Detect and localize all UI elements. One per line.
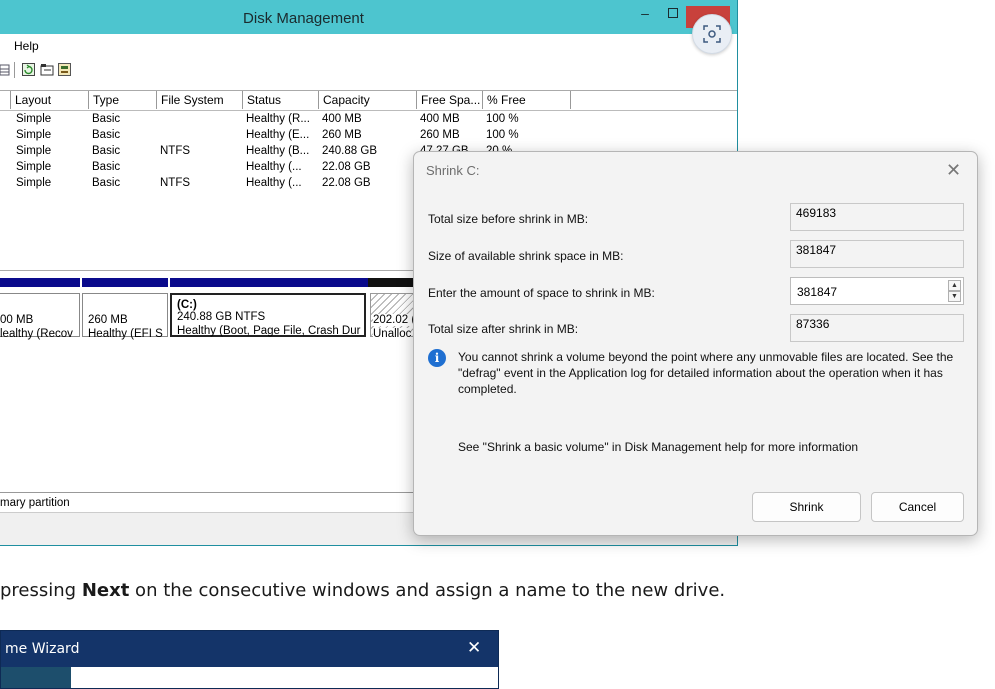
field-total-after: 87336 [790,314,964,342]
shrink-button[interactable]: Shrink [752,492,861,522]
partition-unallocated[interactable]: 202.02 ( Unalloc [370,293,418,340]
label-total-before: Total size before shrink in MB: [428,212,589,226]
cell-type: Basic [92,129,121,141]
properties-icon[interactable] [40,63,54,76]
cell-type: Basic [92,145,121,157]
column-header-status[interactable]: Status [242,91,318,109]
wizard-side-banner [1,667,71,688]
cell-capacity: 400 MB [322,113,362,125]
field-available-space: 381847 [790,240,964,268]
cell-percent-free: 100 % [486,129,519,141]
column-header-capacity[interactable]: Capacity [318,91,416,109]
cell-free-space: 400 MB [420,113,460,125]
legend-primary-partition: mary partition [0,497,70,509]
dialog-title-bar[interactable]: Shrink C: ✕ [414,152,977,190]
dialog-title: Shrink C: [426,163,480,178]
column-header-file-system[interactable]: File System [156,91,242,109]
partition-size: 240.88 GB NTFS [177,311,266,323]
list-view-icon[interactable] [0,63,13,76]
partition-status: lealthy (Recov [0,328,73,340]
column-header-type[interactable]: Type [88,91,156,109]
screenshot-capture-button[interactable] [692,14,732,54]
article-text-bold: Next [81,580,130,601]
cell-percent-free: 100 % [486,113,519,125]
shrink-amount-input[interactable]: 381847 ▲ ▼ [790,277,964,305]
wizard-title: me Wizard [5,641,80,657]
partition-recovery[interactable]: 00 MB lealthy (Recov [0,293,80,340]
field-total-before: 469183 [790,203,964,231]
help-text: See "Shrink a basic volume" in Disk Mana… [458,440,859,454]
refresh-icon[interactable] [22,63,35,76]
info-message: You cannot shrink a volume beyond the po… [458,350,954,396]
cell-type: Basic [92,113,121,125]
cell-status: Healthy (... [246,177,302,189]
toolbar [0,58,737,82]
partition-status: Healthy (Boot, Page File, Crash Dur [177,325,361,337]
partition-size: 260 MB [88,314,128,326]
column-header-percent-free[interactable]: % Free [482,91,570,109]
cell-type: Basic [92,177,121,189]
camera-icon [703,25,721,43]
article-text-start: pressing [0,580,82,601]
minimize-icon[interactable]: – [634,6,656,22]
partition-label: (C:) [177,299,197,311]
partition-bar-recovery [0,278,80,287]
title-bar[interactable]: Disk Management – [0,0,737,34]
cell-layout: Simple [16,113,52,125]
label-total-after: Total size after shrink in MB: [428,322,579,336]
cell-type: Basic [92,161,121,173]
cell-free-space: 260 MB [420,129,460,141]
table-row[interactable]: Simple Basic Healthy (E... 260 MB 260 MB… [0,127,737,143]
close-icon[interactable]: ✕ [467,638,481,658]
spinner-down-icon[interactable]: ▼ [948,291,961,302]
cell-status: Healthy (E... [246,129,310,141]
info-icon: i [428,349,446,367]
article-instruction: pressing Next on the consecutive windows… [0,580,725,601]
cell-layout: Simple [16,145,52,157]
cell-capacity: 22.08 GB [322,177,371,189]
shrink-amount-value: 381847 [797,285,838,299]
column-header-blank [570,91,737,109]
partition-bar-c [170,278,368,287]
disk-settings-icon[interactable] [58,63,71,76]
partition-bar-efi [82,278,168,287]
cell-file-system: NTFS [160,145,191,157]
maximize-icon[interactable] [662,6,684,22]
cell-status: Healthy (... [246,161,302,173]
article-text-end: on the consecutive windows and assign a … [129,580,726,601]
partition-c[interactable]: (C:) 240.88 GB NTFS Healthy (Boot, Page … [170,293,366,337]
menu-bar: Help [0,34,737,58]
cell-status: Healthy (R... [246,113,310,125]
spinner-up-icon[interactable]: ▲ [948,280,961,291]
wizard-title-bar[interactable]: me Wizard ✕ [1,631,498,667]
partition-size: 00 MB [0,314,34,326]
window-title: Disk Management [243,10,364,27]
label-available-space: Size of available shrink space in MB: [428,249,624,263]
table-row[interactable]: Simple Basic Healthy (R... 400 MB 400 MB… [0,111,737,127]
menu-help[interactable]: Help [14,39,39,53]
column-header-layout[interactable]: Layout [10,91,88,109]
close-icon[interactable]: ✕ [946,160,961,181]
toolbar-divider [14,62,15,78]
partition-efi[interactable]: 260 MB Healthy (EFI S [82,293,168,340]
partition-status: Unalloc [373,328,412,340]
partition-status: Healthy (EFI S [88,328,163,340]
cell-capacity: 240.88 GB [322,145,377,157]
volume-list-header: Layout Type File System Status Capacity … [0,91,737,111]
partition-size: 202.02 ( [373,314,416,326]
cell-capacity: 22.08 GB [322,161,371,173]
column-header-free-space[interactable]: Free Spa... [416,91,482,109]
partition-bar-unallocated [368,278,418,287]
cell-layout: Simple [16,161,52,173]
cell-status: Healthy (B... [246,145,310,157]
cell-file-system: NTFS [160,177,191,189]
cancel-button[interactable]: Cancel [871,492,964,522]
new-volume-wizard-window: me Wizard ✕ [0,630,499,689]
cell-layout: Simple [16,177,52,189]
label-shrink-amount: Enter the amount of space to shrink in M… [428,286,655,300]
cell-layout: Simple [16,129,52,141]
shrink-dialog: Shrink C: ✕ Total size before shrink in … [413,151,978,536]
cell-capacity: 260 MB [322,129,362,141]
